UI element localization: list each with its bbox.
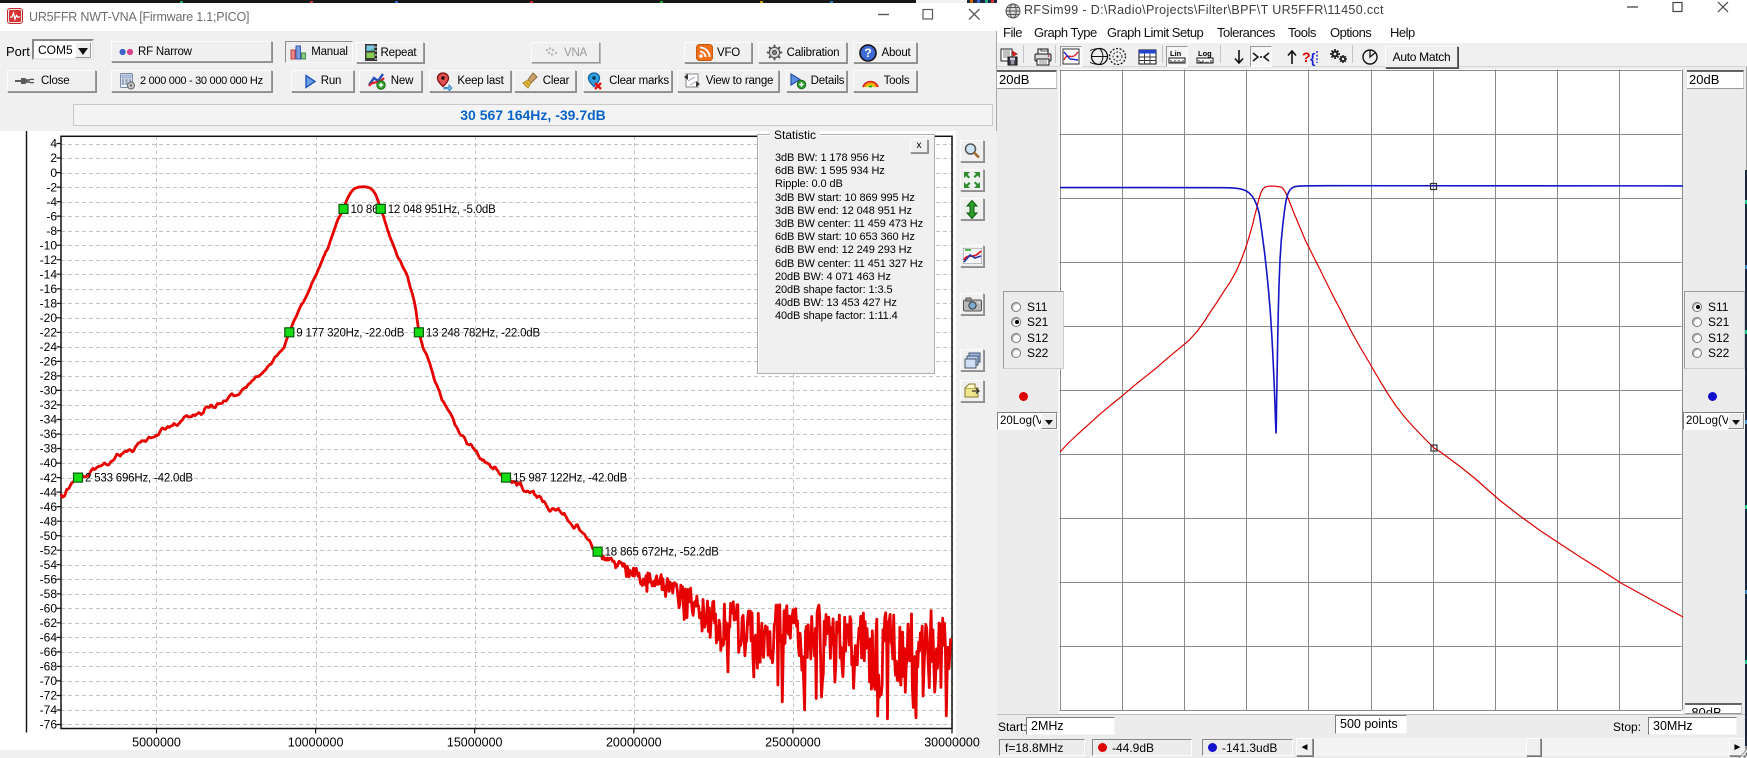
svg-text:9 177 320Hz, -22.0dB: 9 177 320Hz, -22.0dB	[296, 327, 404, 339]
svg-text:-66: -66	[40, 645, 58, 659]
svg-text:-20: -20	[40, 311, 58, 325]
svg-text:-28: -28	[40, 369, 58, 383]
svg-text:-14: -14	[40, 267, 58, 281]
svg-text:-44: -44	[40, 485, 58, 499]
svg-text:-54: -54	[40, 558, 58, 572]
svg-text:-26: -26	[40, 355, 58, 369]
svg-text:4: 4	[50, 137, 57, 151]
svg-text:-56: -56	[40, 573, 58, 587]
svg-text:-38: -38	[40, 442, 58, 456]
svg-text:18 865 672Hz, -52.2dB: 18 865 672Hz, -52.2dB	[605, 547, 720, 559]
svg-text:-6: -6	[46, 209, 57, 223]
svg-text:25000000: 25000000	[765, 736, 821, 750]
svg-text:-70: -70	[40, 674, 58, 688]
svg-text:-32: -32	[40, 398, 58, 412]
svg-text:-2: -2	[46, 180, 57, 194]
svg-text:-60: -60	[40, 602, 58, 616]
svg-text:-52: -52	[40, 543, 58, 557]
svg-text:5000000: 5000000	[132, 736, 181, 750]
svg-text:0: 0	[50, 166, 57, 180]
svg-text:20000000: 20000000	[606, 736, 662, 750]
svg-text:-30: -30	[40, 384, 58, 398]
svg-text:Lin: Lin	[1170, 49, 1182, 58]
svg-text:-18: -18	[40, 297, 58, 311]
svg-text:15000000: 15000000	[447, 736, 503, 750]
svg-text:-74: -74	[40, 703, 58, 717]
svg-text:-40: -40	[40, 456, 58, 470]
svg-text:-34: -34	[40, 413, 58, 427]
svg-text:-62: -62	[40, 616, 58, 630]
svg-text:-72: -72	[40, 689, 58, 703]
svg-text:-46: -46	[40, 500, 58, 514]
svg-text:-22: -22	[40, 326, 58, 340]
svg-text:-10: -10	[40, 238, 58, 252]
svg-text:-42: -42	[40, 471, 58, 485]
svg-text:{: {	[1310, 50, 1316, 66]
svg-text:30000000: 30000000	[924, 736, 980, 750]
svg-text:-36: -36	[40, 427, 58, 441]
svg-text:2 533 696Hz, -42.0dB: 2 533 696Hz, -42.0dB	[85, 473, 193, 485]
svg-text:15 987 122Hz, -42.0dB: 15 987 122Hz, -42.0dB	[513, 473, 628, 485]
svg-text:12 048 951Hz, -5.0dB: 12 048 951Hz, -5.0dB	[388, 204, 496, 216]
svg-text:-68: -68	[40, 660, 58, 674]
svg-text:-24: -24	[40, 340, 58, 354]
svg-text:-12: -12	[40, 253, 58, 267]
svg-text:10000000: 10000000	[288, 736, 344, 750]
svg-text:-8: -8	[46, 224, 57, 238]
svg-text:-4: -4	[46, 195, 57, 209]
svg-text:-76: -76	[40, 718, 58, 732]
svg-text:-16: -16	[40, 282, 58, 296]
svg-text:-64: -64	[40, 631, 58, 645]
svg-text:Log: Log	[1198, 49, 1212, 58]
svg-text:2: 2	[50, 151, 57, 165]
svg-text:?: ?	[865, 46, 872, 60]
svg-text:-50: -50	[40, 529, 58, 543]
svg-text:-58: -58	[40, 587, 58, 601]
svg-text:-48: -48	[40, 514, 58, 528]
svg-text:13 248 782Hz, -22.0dB: 13 248 782Hz, -22.0dB	[426, 327, 541, 339]
